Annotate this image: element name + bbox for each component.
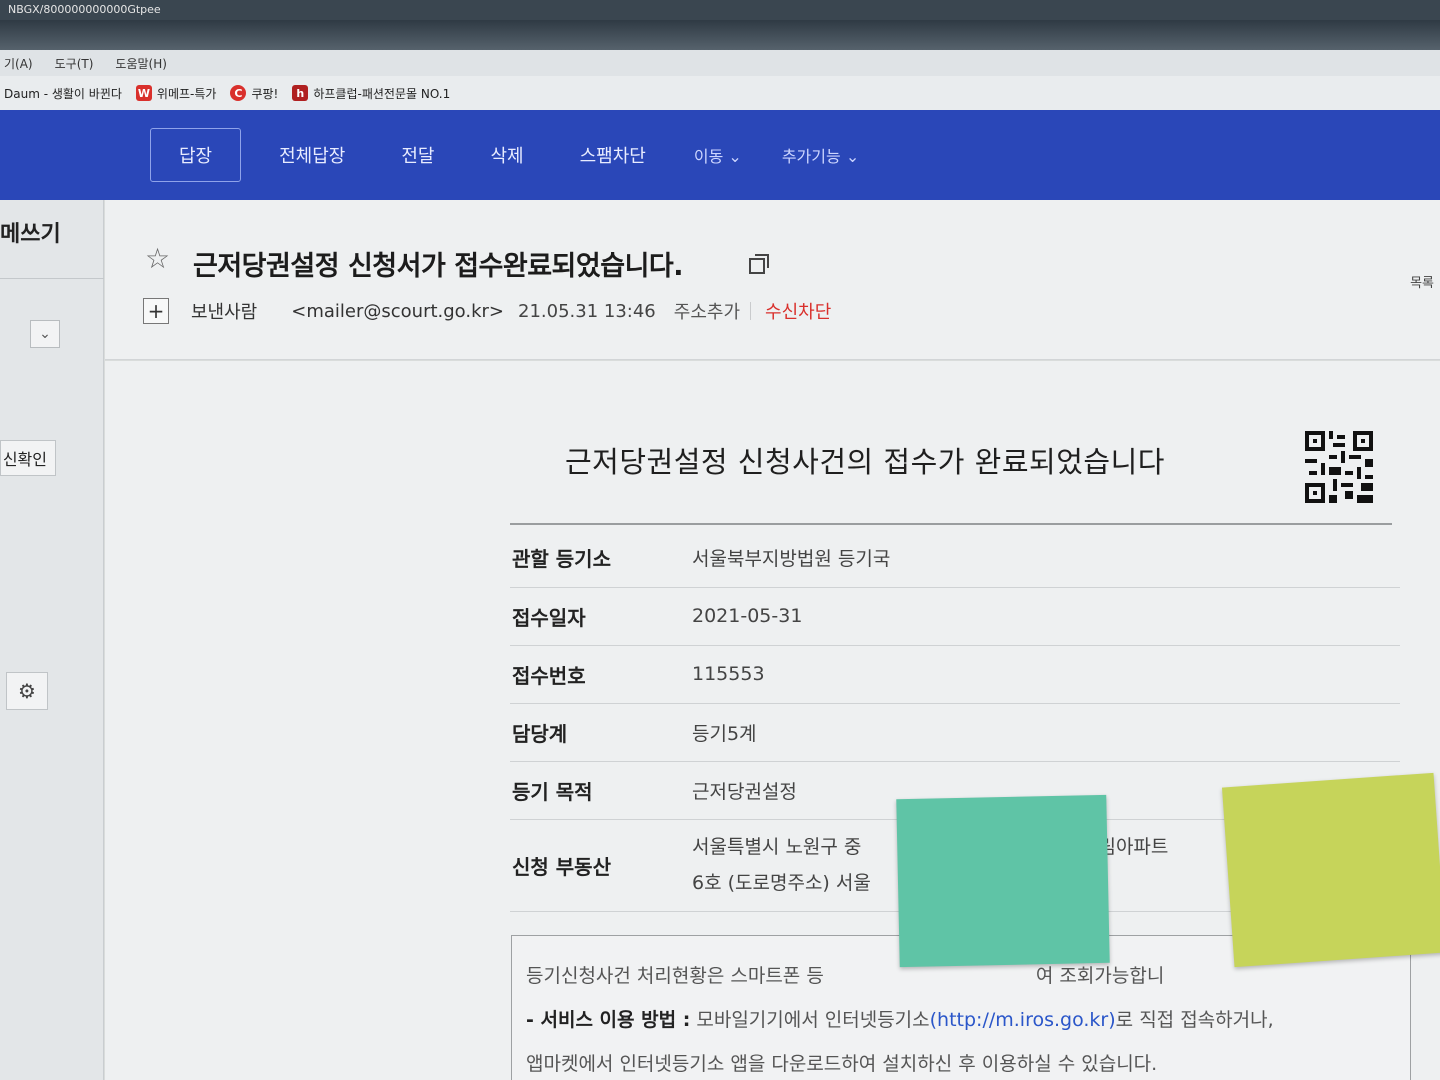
row-key: 담당계 <box>510 703 692 762</box>
service-label: - 서비스 이용 방법 : <box>526 1009 691 1031</box>
chevron-down-icon[interactable]: ⌄ <box>30 320 60 348</box>
favorite-label: Daum - 생활이 바뀐다 <box>4 86 122 101</box>
row-key: 등기 목적 <box>510 761 692 820</box>
menu-item-help[interactable]: 도움말(H) <box>115 55 167 71</box>
add-address-link[interactable]: 주소추가 <box>674 298 740 324</box>
plus-icon[interactable]: + <box>143 298 169 324</box>
favorite-daum[interactable]: Daum - 생활이 바뀐다 <box>4 85 122 102</box>
row-key: 접수일자 <box>510 587 692 646</box>
block-sender-link[interactable]: 수신차단 <box>765 298 831 324</box>
favorite-label: 하프클럽-패션전문몰 NO.1 <box>313 86 451 101</box>
star-icon[interactable]: ☆ <box>145 242 170 275</box>
row-key: 신청 부동산 <box>510 819 692 912</box>
sticky-note-yellow <box>1221 772 1440 968</box>
window-titlebar: NBGX/800000000000Gtpee <box>0 0 1440 20</box>
move-label: 이동 <box>693 147 724 166</box>
table-row: 관할 등기소 서울북부지방법원 등기국 <box>510 529 1400 588</box>
reply-all-button[interactable]: 전체답장 <box>251 128 373 182</box>
chevron-down-icon: ⌄ <box>728 147 742 166</box>
chevron-down-icon: ⌄ <box>845 147 860 166</box>
row-key: 관할 등기소 <box>510 529 692 588</box>
halfclub-icon: h <box>292 85 309 101</box>
browser-tabstrip <box>0 20 1440 50</box>
favorite-label: 위메프-특가 <box>156 86 217 101</box>
favorite-halfclub[interactable]: h 하프클럽-패션전문몰 NO.1 <box>292 85 450 102</box>
menu-item-tools[interactable]: 도구(T) <box>55 55 94 71</box>
row-value: 115553 <box>692 645 1400 704</box>
iros-mobile-link[interactable]: (http://m.iros.go.kr) <box>930 1009 1116 1031</box>
sender-label: 보낸사람 <box>191 302 258 323</box>
notice-text: 로 직접 접속하거나, <box>1115 1009 1274 1031</box>
window-title: NBGX/800000000000Gtpee <box>8 3 161 16</box>
gear-icon[interactable]: ⚙ <box>6 672 48 710</box>
favorite-label: 쿠팡! <box>251 86 279 101</box>
document-title: 근저당권설정 신청사건의 접수가 완료되었습니다 <box>565 445 1165 479</box>
notice-line-3: 앱마켓에서 인터넷등기소 앱을 다운로드하여 설치하신 후 이용하실 수 있습니… <box>526 1053 1158 1075</box>
more-features-dropdown[interactable]: 추가기능 ⌄ <box>762 129 879 181</box>
table-row: 접수번호 115553 <box>510 645 1400 704</box>
sticky-note-green <box>896 794 1110 968</box>
notice-line-2: - 서비스 이용 방법 : 모바일기기에서 인터넷등기소(http://m.ir… <box>526 998 1396 1042</box>
mail-date: 21.05.31 13:46 <box>518 300 656 322</box>
table-row: 담당계 등기5계 <box>510 703 1400 762</box>
row-value: 등기5계 <box>692 703 1400 762</box>
mail-sidebar: 메쓰기 ⌄ 신확인 ⚙ <box>0 200 104 1080</box>
favorite-coupang[interactable]: C 쿠팡! <box>230 85 278 102</box>
read-confirm-button[interactable]: 신확인 <box>0 440 56 476</box>
row-value: 서울북부지방법원 등기국 <box>692 529 1400 588</box>
menu-bar: 기(A) 도구(T) 도움말(H) <box>0 50 1440 76</box>
mail-meta: + 보낸사람 <mailer@scourt.go.kr> 21.05.31 13… <box>143 298 831 324</box>
table-row: 접수일자 2021-05-31 <box>510 587 1400 646</box>
wemakeprice-icon: W <box>135 85 152 101</box>
spam-block-button[interactable]: 스팸차단 <box>552 128 674 182</box>
coupang-icon: C <box>230 85 247 101</box>
property-line1: 서울특별시 노원구 중 <box>692 836 862 858</box>
row-value: 2021-05-31 <box>692 587 1400 646</box>
mail-header: ☆ 근저당권설정 신청서가 접수완료되었습니다. 목록 + 보낸사람 <mail… <box>105 200 1440 360</box>
forward-button[interactable]: 전달 <box>373 128 462 182</box>
sidebar-divider <box>0 278 104 279</box>
qr-code-icon <box>1305 431 1373 503</box>
more-label: 추가기능 <box>781 147 841 166</box>
notice-text: 모바일기기에서 인터넷등기소 <box>696 1009 930 1031</box>
mail-toolbar: 답장 전체답장 전달 삭제 스팸차단 이동 ⌄ 추가기능 ⌄ <box>0 110 1440 200</box>
delete-button[interactable]: 삭제 <box>463 128 552 182</box>
copy-icon[interactable] <box>749 254 769 274</box>
favorite-wemakeprice[interactable]: W 위메프-특가 <box>135 85 217 102</box>
list-link[interactable]: 목록 <box>1410 272 1434 291</box>
notice-text-tail: 여 조회가능합니 <box>1035 965 1165 987</box>
mail-subject: 근저당권설정 신청서가 접수완료되었습니다. <box>193 251 684 282</box>
sender-email[interactable]: <mailer@scourt.go.kr> <box>291 301 504 322</box>
mail-body: 근저당권설정 신청사건의 접수가 완료되었습니다 관할 등기소 서울북부지방법원… <box>105 361 1440 1080</box>
move-dropdown[interactable]: 이동 ⌄ <box>674 129 762 181</box>
favorites-bar: Daum - 생활이 바뀐다 W 위메프-특가 C 쿠팡! h 하프클럽-패션전… <box>0 76 1440 110</box>
meta-divider <box>750 302 752 320</box>
document-title-rule <box>510 523 1392 525</box>
row-key: 접수번호 <box>510 645 692 704</box>
reply-button[interactable]: 답장 <box>150 128 242 182</box>
notice-text: 등기신청사건 처리현황은 스마트폰 등 <box>526 965 824 987</box>
menu-item-view[interactable]: 기(A) <box>4 55 33 71</box>
compose-button[interactable]: 메쓰기 <box>0 216 61 248</box>
